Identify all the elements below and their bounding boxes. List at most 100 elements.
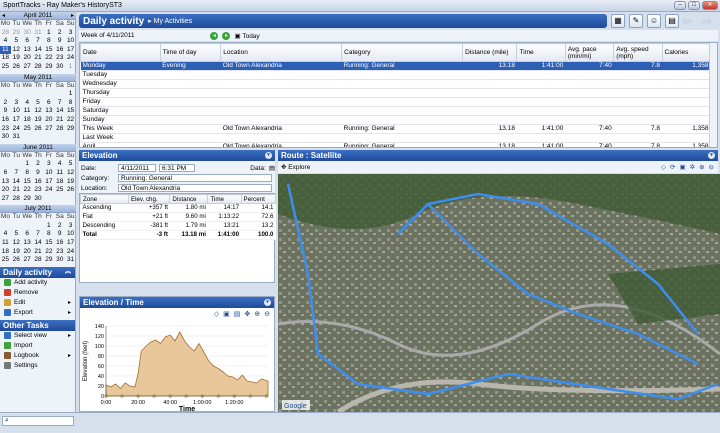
zone-column-header[interactable]: Distance [169,194,209,204]
table-row[interactable]: Tuesday [80,70,711,80]
calendar-day[interactable]: 20 [22,248,33,257]
satellite-map[interactable]: Google [278,174,720,412]
calendar-day[interactable]: 29 [43,256,54,265]
calendar-day[interactable]: 24 [43,186,54,195]
calendar-day[interactable]: 21 [54,116,65,125]
calendar-day[interactable]: 2 [54,222,65,231]
calendar-day[interactable]: 18 [0,248,11,257]
calendar-day[interactable]: 1 [22,160,33,169]
calendar-day[interactable]: 19 [33,116,44,125]
calendar-day[interactable]: 8 [43,230,54,239]
calendar-day[interactable]: 7 [54,99,65,108]
calendar-day[interactable]: 7 [33,37,44,46]
calendar-day[interactable]: 8 [65,99,76,108]
category-field[interactable]: Running: General [118,174,272,182]
calendar-day[interactable]: 23 [33,186,44,195]
table-row[interactable]: April Old Town Alexandria Running: General… [80,142,711,147]
calendar-day[interactable]: 2 [54,29,65,38]
calendar-day[interactable]: 27 [22,256,33,265]
zone-column-header[interactable]: Zone [80,194,129,204]
calendar-day[interactable]: 19 [11,54,22,63]
calendar-day[interactable]: 1 [43,222,54,231]
calendar-day[interactable]: 17 [65,239,76,248]
calendar-day[interactable]: 25 [22,125,33,134]
calendar-day[interactable]: 2 [33,160,44,169]
calendar-day[interactable]: 11 [0,239,11,248]
calendar-day[interactable]: 21 [33,54,44,63]
calendar-day[interactable]: 24 [65,248,76,257]
chart-menu-icon[interactable]: ▾ [264,299,271,306]
athlete-icon[interactable]: ☺ [647,14,661,28]
calendar-day[interactable]: 9 [54,37,65,46]
column-header[interactable]: Date [80,43,161,62]
calendar-day[interactable]: 10 [11,107,22,116]
table-row[interactable]: Sunday [80,115,711,125]
calendar-day[interactable]: 5 [11,230,22,239]
elevation-time-chart[interactable]: 0204060801001201400:00 20:00 40:00 1:00:00 1… [80,320,274,413]
calendar-day[interactable]: 21 [33,248,44,257]
calendar-day[interactable]: 22 [43,54,54,63]
column-header[interactable]: Avg. pace (min/mi) [564,43,615,62]
task-select-view[interactable]: Select view ▸ [0,331,75,341]
logbook-icon[interactable]: ▤ [665,14,679,28]
calendar-day[interactable]: 28 [33,63,44,72]
calendar-day[interactable]: 29 [22,195,33,204]
calendar-day[interactable]: 23 [0,125,11,134]
calendar-day[interactable]: 27 [22,63,33,72]
location-field[interactable]: Old Town Alexandria [118,184,272,192]
calendar-day[interactable]: 17 [11,116,22,125]
next-month-icon[interactable]: ▸ [71,12,74,20]
table-row[interactable]: Monday Evening Old Town Alexandria Running:… [80,61,711,71]
calendar-day[interactable]: 14 [54,107,65,116]
calendar-day[interactable]: 31 [65,256,76,265]
table-scrollbar[interactable] [709,43,717,147]
calendar-day[interactable]: 2 [0,99,11,108]
task-remove[interactable]: Remove [0,288,75,298]
zone-row[interactable]: Ascending +357 ft 1.80 mi 14:17 14.1 [80,203,276,213]
calendar-day[interactable]: 19 [11,248,22,257]
calendar-day[interactable]: 13 [43,107,54,116]
calendar-day[interactable]: 15 [43,46,54,55]
calendar-day[interactable]: 8 [43,37,54,46]
calendar-day[interactable]: 28 [0,29,11,38]
calendar-day[interactable]: 15 [65,107,76,116]
zone-row[interactable]: Descending -381 ft 1.79 mi 13:21 13.2 [80,221,276,231]
calendar-day[interactable]: 14 [33,46,44,55]
search-input[interactable]: ⌕ [2,416,74,426]
daily-tasks-header[interactable]: Daily activity ︽ [0,266,75,278]
calendar-day[interactable]: 17 [65,46,76,55]
calendar-day[interactable]: 11 [54,169,65,178]
calendar-day[interactable]: 6 [22,230,33,239]
collapse-icon[interactable]: ︽ [65,267,71,278]
column-header[interactable]: Time of day [159,43,222,62]
time-field[interactable]: 6:31 PM [159,164,195,172]
zoom-in-icon[interactable]: ⊕ [254,310,260,318]
calendar-day[interactable]: 17 [43,178,54,187]
table-row[interactable]: Wednesday [80,79,711,89]
prev-week-icon[interactable]: ◂ [210,31,219,40]
task-export[interactable]: Export ▸ [0,308,75,318]
calendar-day[interactable]: 3 [65,29,76,38]
table-row[interactable]: Thursday [80,88,711,98]
calendar-day[interactable]: 23 [54,54,65,63]
zoom-out-icon[interactable]: ⊖ [709,163,714,171]
calendar-day[interactable]: 4 [22,99,33,108]
table-row[interactable]: Last Week [80,133,711,143]
zone-row[interactable]: Total -3 ft 13.18 mi 1:41:00 100.0 [80,230,276,240]
close-button[interactable]: ✕ [702,1,718,10]
calendar-day[interactable]: 15 [22,178,33,187]
data-icon[interactable]: ▤ [269,164,275,172]
calendar-view-icon[interactable]: ▦ [611,14,625,28]
column-header[interactable]: Location [220,43,343,62]
calendar-day[interactable]: 25 [54,186,65,195]
calendar-day[interactable]: 5 [65,160,76,169]
calendar-day[interactable]: 16 [33,178,44,187]
settings-icon[interactable]: ✲ [690,163,695,171]
calendar-day[interactable]: 20 [22,54,33,63]
calendar-day[interactable]: 18 [0,54,11,63]
calendar-day[interactable]: 12 [65,169,76,178]
calendar-day[interactable]: 5 [33,99,44,108]
calendar-day[interactable]: 30 [0,133,11,142]
zone-column-header[interactable]: Time [207,194,242,204]
calendar-day[interactable]: 18 [22,116,33,125]
